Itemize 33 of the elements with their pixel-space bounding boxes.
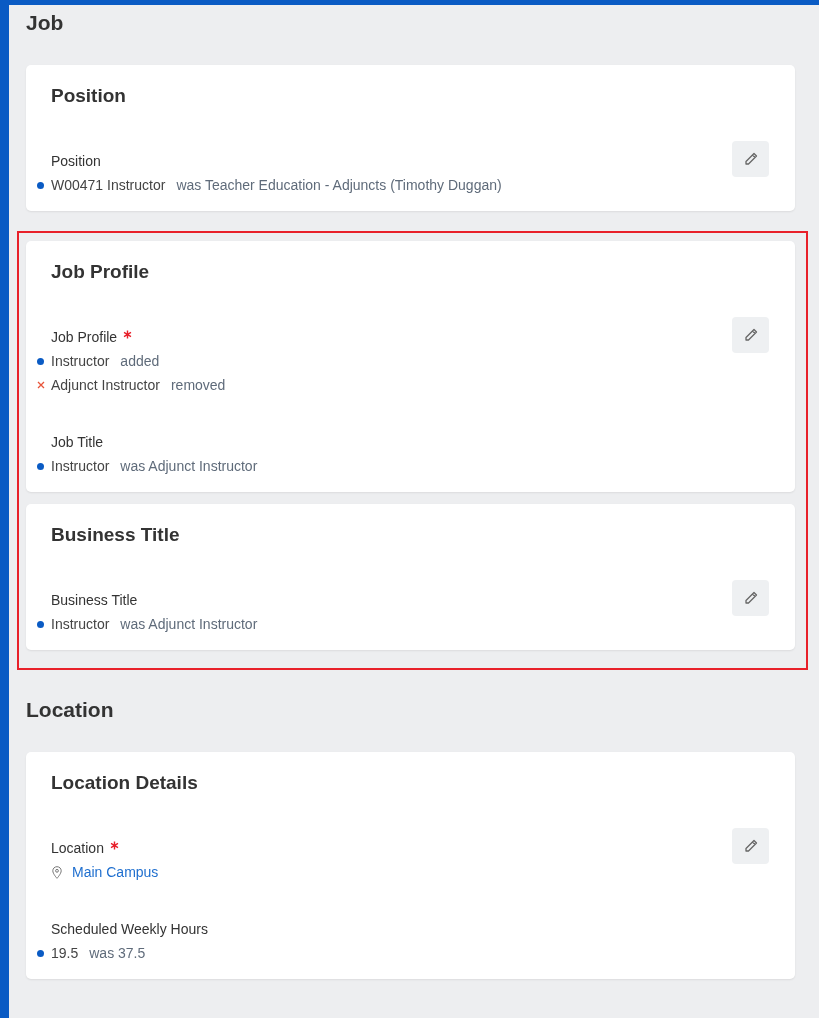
field-label: Job Profile (51, 329, 118, 345)
change-note: removed (170, 376, 226, 395)
location-link[interactable]: Main Campus (72, 860, 159, 884)
field-value: Instructor (51, 352, 110, 371)
change-note: was Teacher Education - Adjuncts (Timothy Duggan) (176, 176, 502, 195)
section-title: Job (26, 11, 65, 35)
edit-button[interactable] (732, 317, 769, 353)
edit-button[interactable] (732, 580, 769, 616)
field-label: Business Title (51, 592, 138, 608)
card-title: Location Details (51, 772, 199, 794)
field-value: 19.5 (51, 944, 79, 963)
field-value: Instructor (51, 457, 110, 476)
change-note: was 37.5 (89, 944, 146, 963)
field-label: Job Title (51, 434, 104, 450)
edit-button[interactable] (732, 141, 769, 177)
change-note: added (120, 352, 160, 371)
change-note: was Adjunct Instructor (120, 457, 258, 476)
card-title: Position (51, 85, 127, 107)
field-value: W00471 Instructor (51, 176, 166, 195)
pencil-icon (742, 151, 759, 167)
section-title: Location (26, 698, 115, 722)
pencil-icon (742, 327, 759, 343)
pencil-icon (742, 838, 759, 854)
card-title: Job Profile (51, 261, 151, 283)
pencil-icon (742, 590, 759, 606)
field-label: Scheduled Weekly Hours (51, 921, 208, 937)
edit-button[interactable] (732, 828, 769, 864)
change-note: was Adjunct Instructor (120, 615, 258, 634)
field-label: Location (51, 840, 104, 856)
card-title: Business Title (51, 524, 181, 546)
field-label: Position (51, 153, 101, 169)
field-value: Adjunct Instructor (51, 376, 160, 395)
field-value: Instructor (51, 615, 110, 634)
